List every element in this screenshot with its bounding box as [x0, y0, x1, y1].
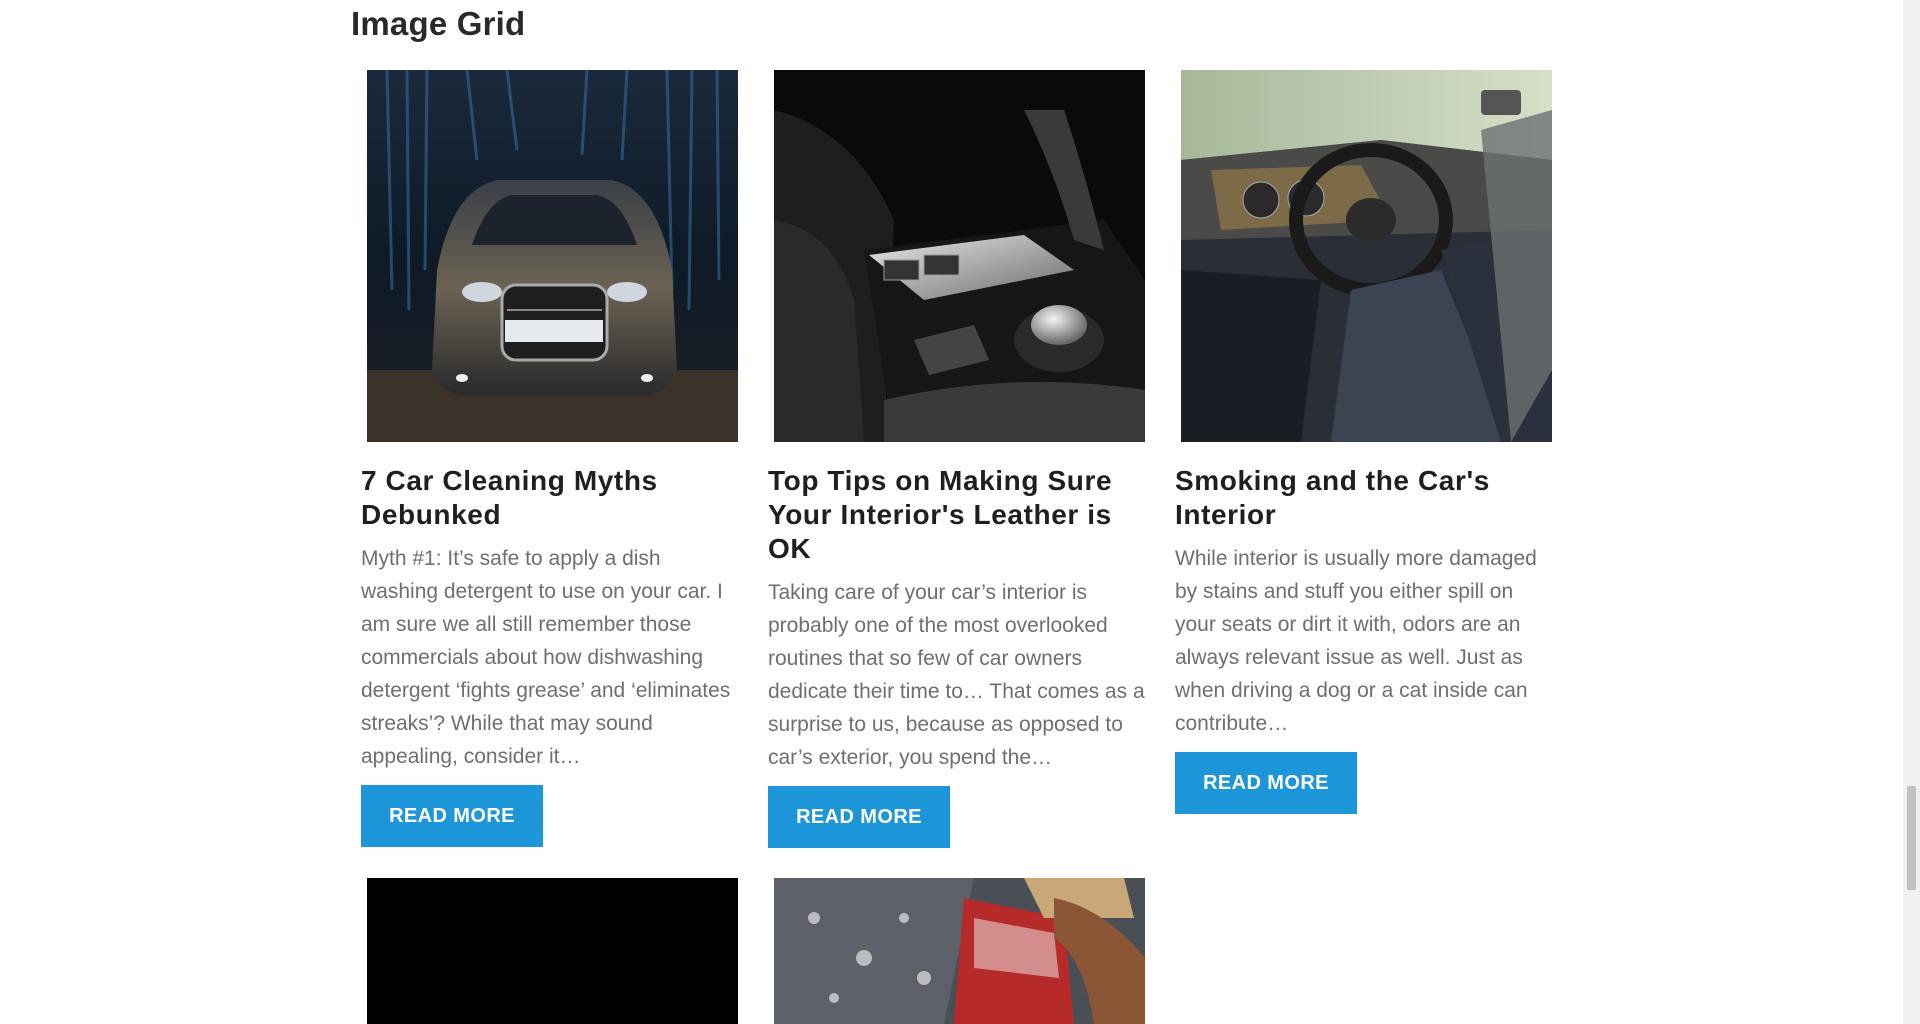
post-excerpt: Myth #1: It’s safe to apply a dish washi…: [361, 547, 731, 768]
post-card: Smoking and the Car's Interior While int…: [1175, 70, 1555, 850]
car-interior-image: [1181, 70, 1552, 442]
post-excerpt: While interior is usually more damaged b…: [1175, 547, 1537, 735]
post-image-interior[interactable]: [1181, 70, 1552, 442]
car-console-image: [774, 70, 1145, 442]
post-title[interactable]: Smoking and the Car's Interior: [1175, 464, 1555, 532]
post-image-washing[interactable]: [774, 878, 1145, 1024]
read-more-button[interactable]: READ MORE: [361, 785, 543, 847]
page: Image Grid 7 Car Cleaning Myths Debunked…: [0, 0, 1920, 1024]
post-excerpt: Taking care of your car’s interior is pr…: [768, 581, 1145, 769]
scrollbar-thumb[interactable]: [1907, 786, 1916, 890]
car-washing-image: [774, 878, 1145, 1024]
dark-image: [367, 878, 738, 1024]
post-card: Top Tips on Making Sure Your Interior's …: [768, 70, 1148, 850]
post-title[interactable]: Top Tips on Making Sure Your Interior's …: [768, 464, 1148, 566]
car-wash-image: [367, 70, 738, 442]
post-image-car-wash[interactable]: [367, 70, 738, 442]
read-more-button[interactable]: READ MORE: [768, 786, 950, 848]
post-card: [768, 878, 1148, 1024]
read-more-button[interactable]: READ MORE: [1175, 752, 1357, 814]
post-image-dark[interactable]: [367, 878, 738, 1024]
post-card: [361, 878, 741, 1024]
section-title: Image Grid: [351, 5, 526, 42]
post-title[interactable]: 7 Car Cleaning Myths Debunked: [361, 464, 741, 532]
post-image-console[interactable]: [774, 70, 1145, 442]
post-card: 7 Car Cleaning Myths Debunked Myth #1: I…: [361, 70, 741, 850]
vertical-scrollbar[interactable]: [1903, 0, 1920, 1024]
